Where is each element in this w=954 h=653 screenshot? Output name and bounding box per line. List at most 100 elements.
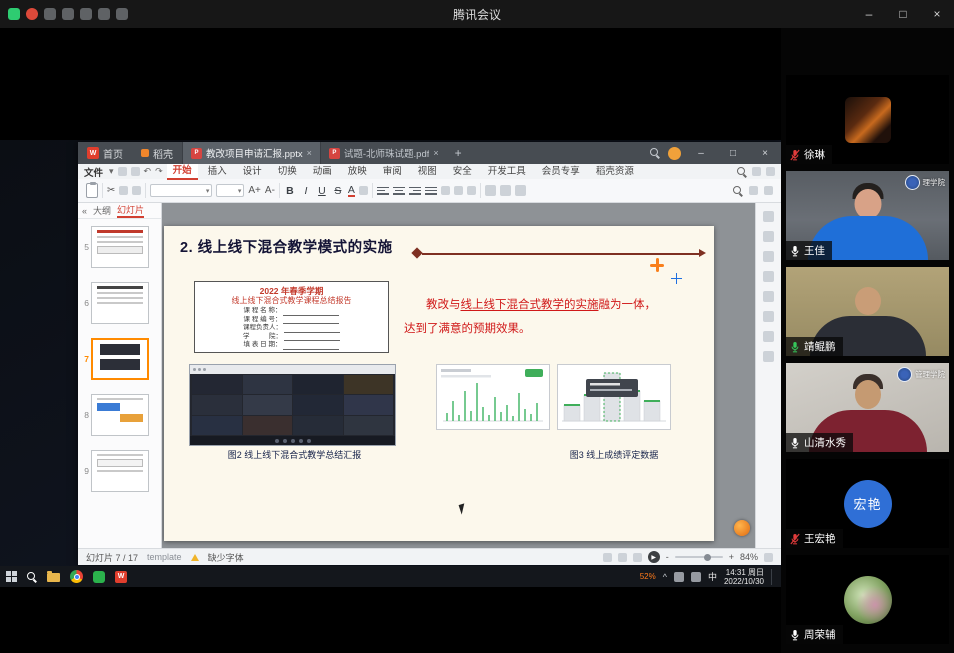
comments-pane-icon[interactable] [763,271,774,282]
layout-icon[interactable] [80,8,92,20]
decrease-font-button[interactable]: A- [265,185,275,196]
numbering-button[interactable] [454,186,463,195]
object-layer-icon[interactable] [763,231,774,242]
wps-maximize-button[interactable]: □ [721,148,745,159]
meeting-status-icon[interactable] [8,8,20,20]
zoom-out-button[interactable]: - [666,552,669,562]
wps-minimize-button[interactable]: – [689,148,713,159]
font-select[interactable]: ▾ [150,184,212,197]
ribbon-tab-member[interactable]: 会员专享 [536,165,586,179]
more-icon[interactable] [116,8,128,20]
insert-picture-button[interactable] [500,185,511,196]
wps-home-tab[interactable]: W 首页 [78,142,132,164]
save-icon[interactable] [118,167,127,176]
ribbon-tab-slideshow[interactable]: 放映 [342,165,373,179]
participant-tile[interactable]: 周荣辅 [786,555,949,644]
ribbon-tab-review[interactable]: 审阅 [377,165,408,179]
doc-tab-pdf[interactable]: P 试题-北师珠试题.pdf × [320,142,447,164]
view-normal-button[interactable] [603,553,612,562]
tray-expand-icon[interactable]: ^ [663,572,667,582]
ribbon-tab-animation[interactable]: 动画 [307,165,338,179]
properties-icon[interactable] [763,211,774,222]
format-painter-icon[interactable] [132,186,141,195]
search-icon[interactable] [650,148,660,158]
strikethrough-button[interactable]: S [332,185,344,197]
doc-icon[interactable] [44,8,56,20]
ribbon-tab-home[interactable]: 开始 [167,164,198,180]
participant-tile[interactable]: 管理学院 山清水秀 [786,363,949,452]
wps-taskbar-icon[interactable]: W [115,571,127,583]
cloud-icon[interactable] [752,167,761,176]
insert-textbox-button[interactable] [515,185,526,196]
collapse-ribbon-icon[interactable] [766,167,775,176]
ribbon-tab-security[interactable]: 安全 [447,165,478,179]
recording-icon[interactable] [26,8,38,20]
design-pane-icon[interactable] [763,291,774,302]
font-size-select[interactable]: ▾ [216,184,244,197]
animation-pane-icon[interactable] [763,251,774,262]
cut-icon[interactable]: ✂ [107,185,115,196]
select-tool-icon[interactable] [749,186,758,195]
close-button[interactable]: × [920,0,954,28]
resource-pane-icon[interactable] [763,331,774,342]
insert-shape-button[interactable] [485,185,496,196]
find-replace-icon[interactable] [733,186,743,196]
view-sorter-button[interactable] [618,553,627,562]
outline-tab[interactable]: 大纲 [93,204,111,217]
align-center-button[interactable] [393,186,405,196]
settings-icon[interactable] [98,8,110,20]
italic-button[interactable]: I [300,185,312,197]
ribbon-tab-devtools[interactable]: 开发工具 [482,165,532,179]
align-right-button[interactable] [409,186,421,196]
volume-icon[interactable] [674,572,684,582]
ribbon-tab-insert[interactable]: 插入 [202,165,233,179]
zoom-slider[interactable] [675,556,723,558]
bold-button[interactable]: B [284,185,296,197]
ribbon-tab-transition[interactable]: 切换 [272,165,303,179]
ribbon-tab-design[interactable]: 设计 [237,165,268,179]
taskbar-search-icon[interactable] [27,572,37,582]
participant-tile[interactable]: 理学院 王佳 [786,171,949,260]
maximize-button[interactable]: □ [886,0,920,28]
participant-tile-speaking[interactable]: 靖鲲鹏 [786,267,949,356]
participant-tile[interactable]: 宏艳 王宏艳 [786,459,949,548]
missing-font-warning[interactable]: 缺少字体 [208,551,244,564]
slides-tab[interactable]: 幻灯片 [117,203,144,218]
template-pane-icon[interactable] [763,311,774,322]
slide-thumbnail-selected[interactable]: 7 [78,331,161,387]
assistant-ball-icon[interactable] [734,520,750,536]
line-spacing-button[interactable] [467,186,476,195]
ribbon-search-icon[interactable] [737,167,747,177]
paste-icon[interactable] [86,183,98,198]
panel-collapse-icon[interactable]: « [82,206,87,216]
new-tab-button[interactable]: + [447,146,470,160]
wps-close-button[interactable]: × [753,148,777,159]
font-color-button[interactable]: A [348,185,355,197]
chevron-down-icon[interactable]: ▾ [109,166,114,177]
accelerator-badge[interactable]: 52% [640,573,656,581]
undo-icon[interactable]: ↶ [144,166,152,177]
ribbon-tab-docer-res[interactable]: 稻壳资源 [590,165,640,179]
minimize-button[interactable]: – [852,0,886,28]
play-slideshow-button[interactable]: ▶ [648,551,660,563]
slide-thumbnail[interactable]: 9 [78,443,161,499]
print-icon[interactable] [131,167,140,176]
ime-indicator[interactable]: 中 [708,570,717,583]
ribbon-tab-view[interactable]: 视图 [412,165,443,179]
more-tools-icon[interactable] [764,186,773,195]
slide-thumbnail[interactable]: 6 [78,275,161,331]
participant-tile[interactable]: 徐琳 [786,75,949,164]
highlight-button[interactable] [359,186,368,195]
file-explorer-icon[interactable] [47,573,60,582]
copy-icon[interactable] [119,186,128,195]
notification-area[interactable] [771,569,775,585]
align-left-button[interactable] [377,186,389,196]
underline-button[interactable]: U [316,185,328,197]
justify-button[interactable] [425,186,437,196]
start-button[interactable] [6,571,17,582]
slide-thumbnail[interactable]: 5 [78,219,161,275]
apps-icon[interactable] [62,8,74,20]
bullets-button[interactable] [441,186,450,195]
browser-icon[interactable] [70,570,83,583]
doc-tab-pptx[interactable]: P 教改项目申请汇报.pptx × [182,142,320,164]
